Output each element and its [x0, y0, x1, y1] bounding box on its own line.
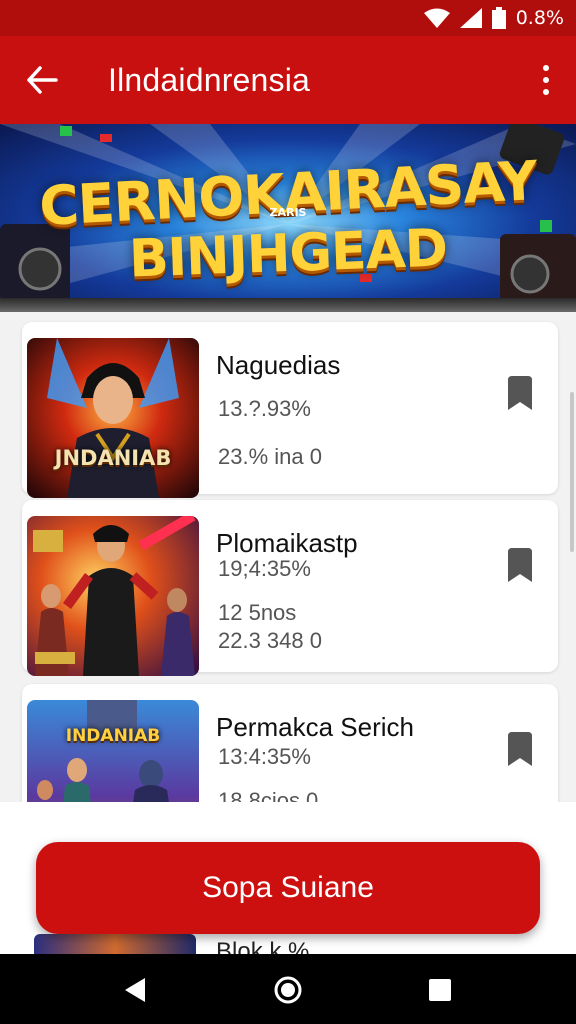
game-thumbnail[interactable]: JNDANIAB: [27, 338, 199, 498]
home-circle-icon: [274, 976, 302, 1004]
peek-thumbnail: [34, 934, 196, 954]
more-dot: [543, 77, 549, 83]
nav-home-button[interactable]: [266, 968, 310, 1012]
item-title: Permakca Serich: [216, 712, 414, 742]
status-bar: 0.8%: [0, 0, 576, 36]
item-title: Plomaikastp: [216, 528, 358, 558]
item-stat-2: 23.% ina 0: [218, 444, 322, 469]
more-options-button[interactable]: [530, 56, 562, 104]
list-item[interactable]: JNDANIAB Naguedias 13.?.93% 23.% ina 0: [22, 322, 558, 498]
system-nav-bar: [0, 954, 576, 1024]
battery-icon: [491, 7, 506, 29]
bottom-action-area: Blok k % Sopa Suiane: [0, 802, 576, 954]
nav-recents-button[interactable]: [418, 968, 462, 1012]
scrollbar[interactable]: [570, 392, 574, 552]
list-item[interactable]: INDANIAB Permakca Serich 13:4:35% 18 8ci…: [22, 684, 558, 802]
item-stat-1: 19;4:35%: [218, 556, 311, 581]
status-icons: 0.8%: [423, 6, 564, 30]
thumbnail-caption: JNDANIAB: [54, 446, 172, 470]
back-triangle-icon: [125, 978, 145, 1002]
signal-icon: [459, 8, 482, 28]
wifi-icon: [423, 8, 450, 28]
app-bar: Ilndaidnrensia: [0, 36, 576, 124]
item-stat-1: 13:4:35%: [218, 744, 311, 769]
battery-percentage: 0.8%: [515, 7, 564, 29]
game-list[interactable]: JNDANIAB Naguedias 13.?.93% 23.% ina 0 P…: [0, 312, 576, 802]
more-dot: [543, 89, 549, 95]
item-stat-2: 18 8cios 0: [218, 788, 319, 802]
more-vert-icon: [543, 65, 549, 71]
page-title: Ilndaidnrensia: [108, 62, 311, 98]
bookmark-icon[interactable]: [506, 732, 534, 766]
item-stat-3: 22.3 348 0: [218, 628, 322, 653]
peek-item-title: Blok k %: [216, 938, 310, 954]
banner-divider: [0, 298, 576, 312]
back-button[interactable]: [18, 56, 66, 104]
recents-square-icon: [429, 979, 451, 1001]
arrow-back-icon: [27, 66, 58, 94]
primary-action-button[interactable]: Sopa Suiane: [36, 842, 540, 934]
game-thumbnail[interactable]: [27, 516, 199, 676]
list-item[interactable]: Plomaikastp 19;4:35% 12 5nos 22.3 348 0: [22, 500, 558, 676]
item-stat-2: 12 5nos: [218, 600, 297, 625]
item-stat-1: 13.?.93%: [218, 396, 311, 421]
nav-back-button[interactable]: [114, 968, 158, 1012]
game-thumbnail[interactable]: INDANIAB: [27, 700, 199, 802]
bookmark-icon[interactable]: [506, 376, 534, 410]
hero-banner[interactable]: CERNOKAIRASAY ZARIS BINJHGEAD: [0, 124, 576, 302]
item-title: Naguedias: [216, 350, 341, 380]
thumbnail-caption: INDANIAB: [65, 726, 161, 746]
bookmark-icon[interactable]: [506, 548, 534, 582]
